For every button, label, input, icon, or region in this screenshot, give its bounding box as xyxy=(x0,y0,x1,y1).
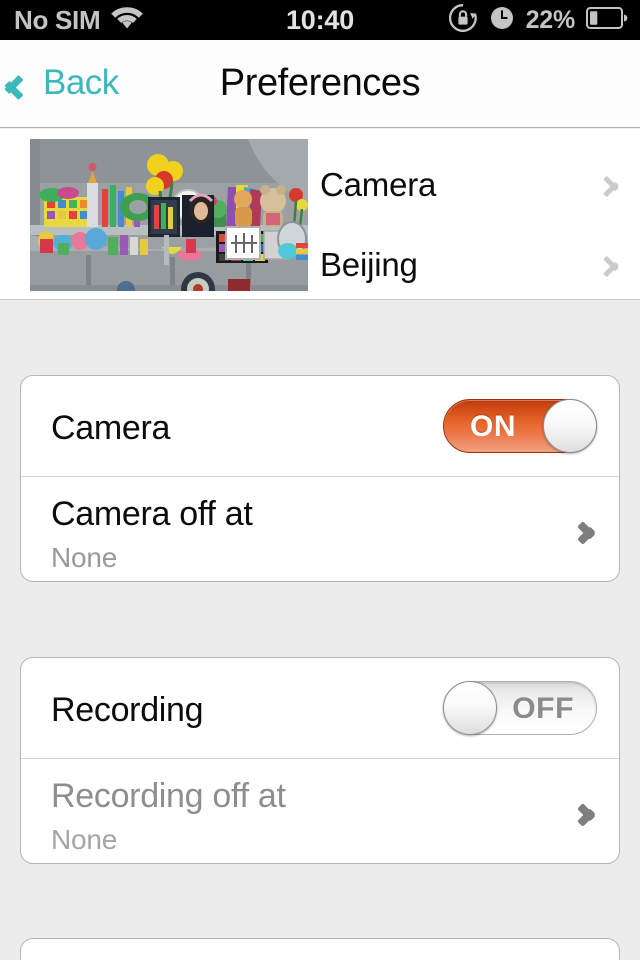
recording-switch[interactable]: OFF xyxy=(443,681,597,735)
recording-settings-card: Recording OFF Recording off at None xyxy=(20,657,620,864)
navigation-bar: Back Preferences xyxy=(0,40,640,128)
camera-off-at-row[interactable]: Camera off at None xyxy=(21,476,619,581)
recording-off-at-label: Recording off at xyxy=(51,777,286,815)
recording-switch-state-label: OFF xyxy=(512,692,574,725)
battery-icon xyxy=(586,6,628,34)
header-row-label: Camera xyxy=(320,165,437,203)
status-bar: No SIM 10:40 22% xyxy=(0,0,640,40)
camera-off-at-value: None xyxy=(51,542,118,573)
header-block: Camera Beijing xyxy=(0,129,640,300)
chevron-right-icon xyxy=(578,513,597,545)
camera-preview-thumbnail[interactable] xyxy=(30,139,308,291)
page-title: Preferences xyxy=(219,62,421,104)
header-row-list: Camera Beijing xyxy=(320,129,640,299)
battery-percent-label: 22% xyxy=(525,5,576,34)
chevron-right-icon xyxy=(603,249,620,279)
status-bar-right-group: 22% xyxy=(448,0,628,40)
phone-screen: No SIM 10:40 22% Back Preferences Camera… xyxy=(0,0,640,960)
camera-switch-state-label: ON xyxy=(470,410,517,443)
camera-off-at-label: Camera off at xyxy=(51,495,253,533)
camera-switch[interactable]: ON xyxy=(443,399,597,453)
header-row-label: Beijing xyxy=(320,245,418,283)
recording-off-at-row[interactable]: Recording off at None xyxy=(21,758,619,863)
chevron-right-icon xyxy=(603,169,620,199)
clock-label: 10:40 xyxy=(285,4,355,35)
camera-toggle-row[interactable]: Camera ON xyxy=(21,376,619,476)
camera-switch-knob[interactable] xyxy=(543,399,597,453)
chevron-right-icon xyxy=(578,795,597,827)
camera-toggle-label: Camera xyxy=(51,409,171,447)
recording-off-at-value: None xyxy=(51,824,118,855)
rotation-lock-icon xyxy=(448,3,478,38)
camera-settings-card: Camera ON Camera off at None xyxy=(20,375,620,582)
recording-switch-knob[interactable] xyxy=(443,681,497,735)
recording-toggle-label: Recording xyxy=(51,691,204,729)
additional-settings-card xyxy=(20,938,620,960)
alarm-clock-icon xyxy=(489,5,515,36)
recording-toggle-row[interactable]: Recording OFF xyxy=(21,658,619,758)
header-row-camera[interactable]: Camera xyxy=(320,143,640,225)
header-row-beijing[interactable]: Beijing xyxy=(320,223,640,305)
